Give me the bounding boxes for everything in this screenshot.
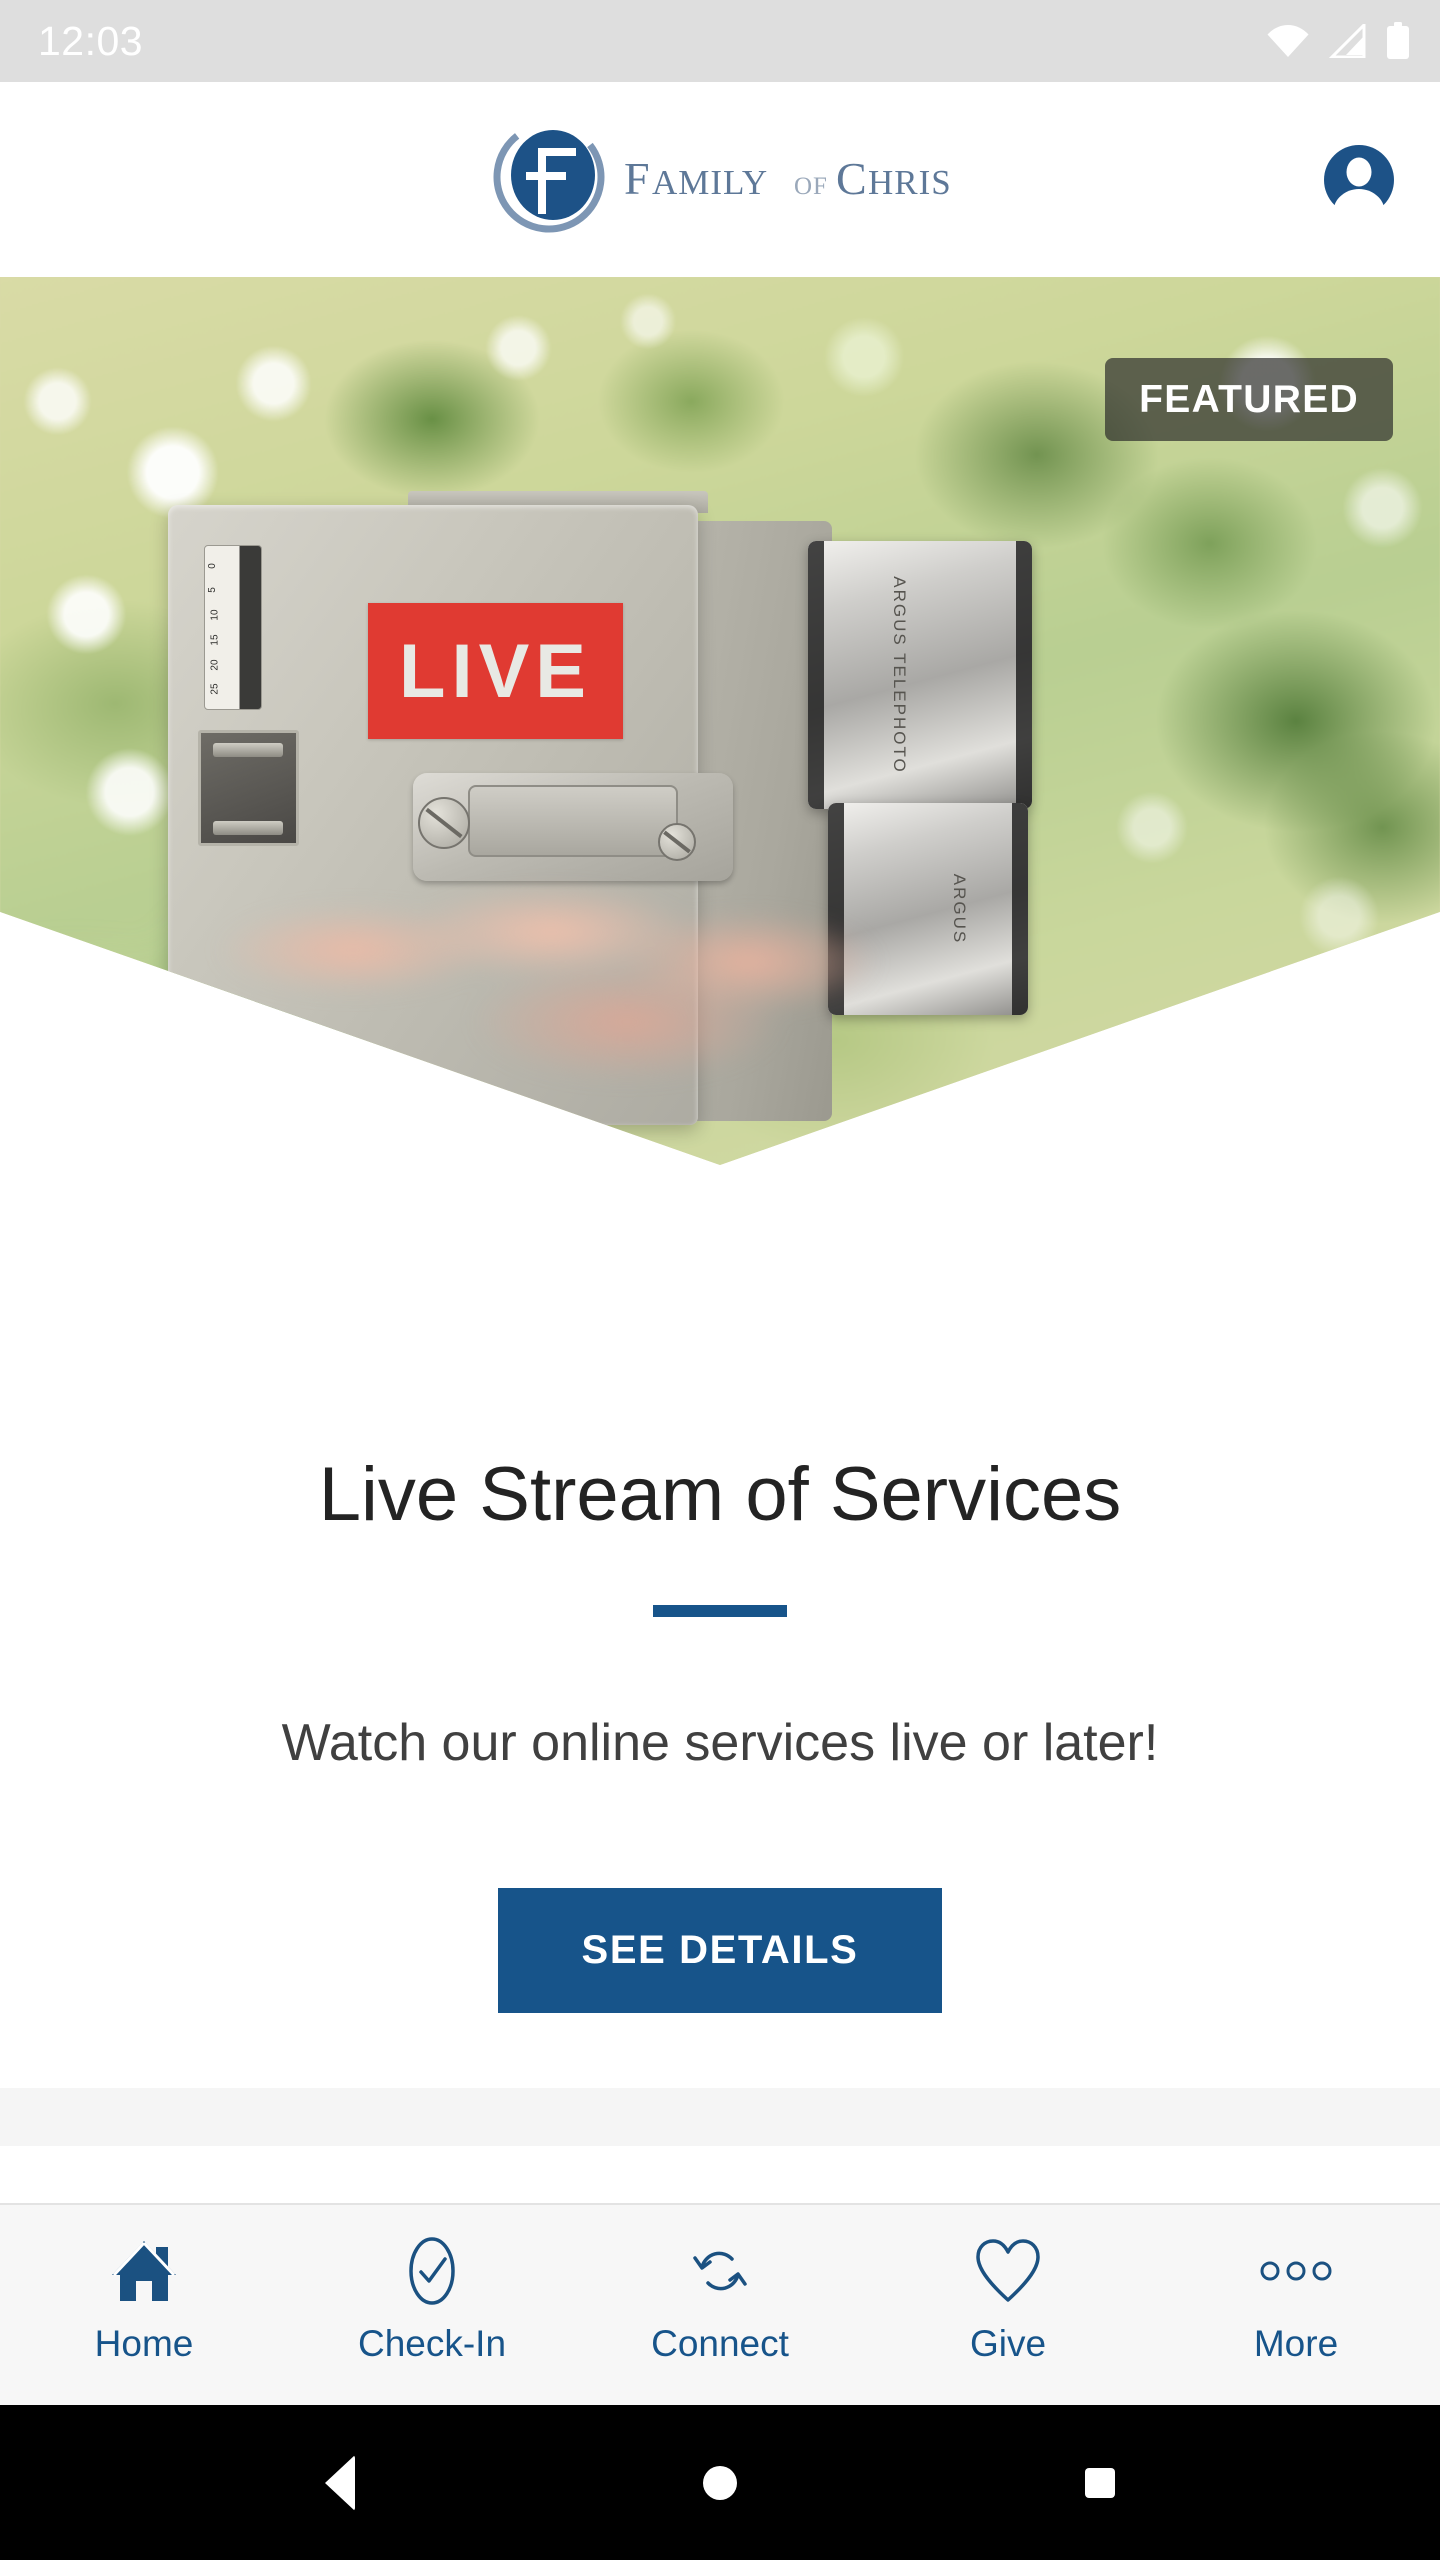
cellular-signal-icon [1328, 24, 1368, 58]
camera-live-sticker: LIVE [368, 603, 623, 739]
app-header: F AMILY OF C HRIST [0, 82, 1440, 277]
bottom-tab-bar: Home Check-In Connect Give More [0, 2203, 1440, 2405]
app-root: 12:03 F AMILY OF C HRIS 0 5 10 15 20 25 … [0, 0, 1440, 2560]
family-of-christ-logo-icon [490, 118, 608, 241]
android-recents-button[interactable] [1055, 2438, 1145, 2528]
camera-film-counter: 0 5 10 15 20 25 [204, 545, 262, 710]
svg-text:AMILY: AMILY [652, 163, 768, 202]
heart-icon [972, 2233, 1044, 2309]
camera-viewfinder-window [198, 730, 299, 846]
content-area: 0 5 10 15 20 25 LIVE ARGUS TELEPHOTO ARG… [0, 277, 1440, 2203]
see-details-button[interactable]: SEE DETAILS [497, 1887, 943, 2013]
android-home-icon [703, 2465, 737, 2500]
android-back-button[interactable] [295, 2438, 385, 2528]
feature-subtitle: Watch our online services live or later! [281, 1713, 1159, 1772]
brand-lockup: F AMILY OF C HRIST [490, 118, 973, 241]
svg-text:OF: OF [794, 173, 828, 200]
android-home-button[interactable] [675, 2438, 765, 2528]
tab-connect[interactable]: Connect [576, 2233, 864, 2362]
camera-telephoto-lens-label: ARGUS TELEPHOTO [890, 576, 910, 774]
camera-standard-lens-label: ARGUS [949, 873, 969, 945]
title-divider [653, 1604, 787, 1617]
tab-give[interactable]: Give [864, 2233, 1152, 2362]
featured-content-card[interactable]: 0 5 10 15 20 25 LIVE ARGUS TELEPHOTO ARG… [0, 277, 1440, 2088]
android-back-icon [325, 2454, 355, 2511]
feature-text-block: Live Stream of Services Watch our online… [0, 1165, 1440, 2013]
brand-wordmark: F AMILY OF C HRIST [624, 146, 973, 213]
content-background-gap [0, 2088, 1440, 2146]
page-title: Live Stream of Services [318, 1452, 1122, 1537]
status-bar: 12:03 [0, 0, 1440, 82]
status-bar-icons [1266, 22, 1410, 60]
camera-screw-large [418, 797, 470, 849]
hand-holding-camera [186, 872, 946, 1165]
tab-connect-label: Connect [651, 2323, 789, 2364]
ellipsis-icon [1258, 2233, 1334, 2309]
android-system-nav [0, 2405, 1440, 2560]
hero-image[interactable]: 0 5 10 15 20 25 LIVE ARGUS TELEPHOTO ARG… [0, 277, 1440, 1165]
svg-text:C: C [836, 153, 868, 204]
tab-check-in[interactable]: Check-In [288, 2233, 576, 2362]
featured-badge: FEATURED [1105, 358, 1393, 441]
svg-text:F: F [624, 153, 651, 204]
tab-more[interactable]: More [1152, 2233, 1440, 2362]
status-bar-clock: 12:03 [38, 17, 144, 64]
tab-home[interactable]: Home [0, 2233, 288, 2362]
account-avatar-icon [1323, 144, 1395, 216]
android-recents-icon [1085, 2467, 1115, 2498]
tab-more-label: More [1253, 2323, 1339, 2364]
check-circle-icon [396, 2233, 468, 2309]
tab-home-label: Home [94, 2323, 194, 2364]
profile-avatar-button[interactable] [1320, 141, 1398, 219]
camera-live-sticker-text: LIVE [399, 628, 592, 714]
refresh-arrows-icon [682, 2233, 758, 2309]
camera-latch-arm [468, 785, 678, 857]
camera-screw-small [658, 823, 696, 861]
battery-icon [1386, 22, 1410, 60]
tab-check-in-label: Check-In [357, 2323, 507, 2364]
camera-telephoto-lens: ARGUS TELEPHOTO [808, 541, 1032, 809]
home-icon [108, 2233, 180, 2309]
featured-badge-label: FEATURED [1139, 378, 1359, 421]
wifi-icon [1266, 24, 1310, 58]
svg-text:HRIST: HRIST [868, 163, 950, 202]
tab-give-label: Give [969, 2323, 1047, 2364]
